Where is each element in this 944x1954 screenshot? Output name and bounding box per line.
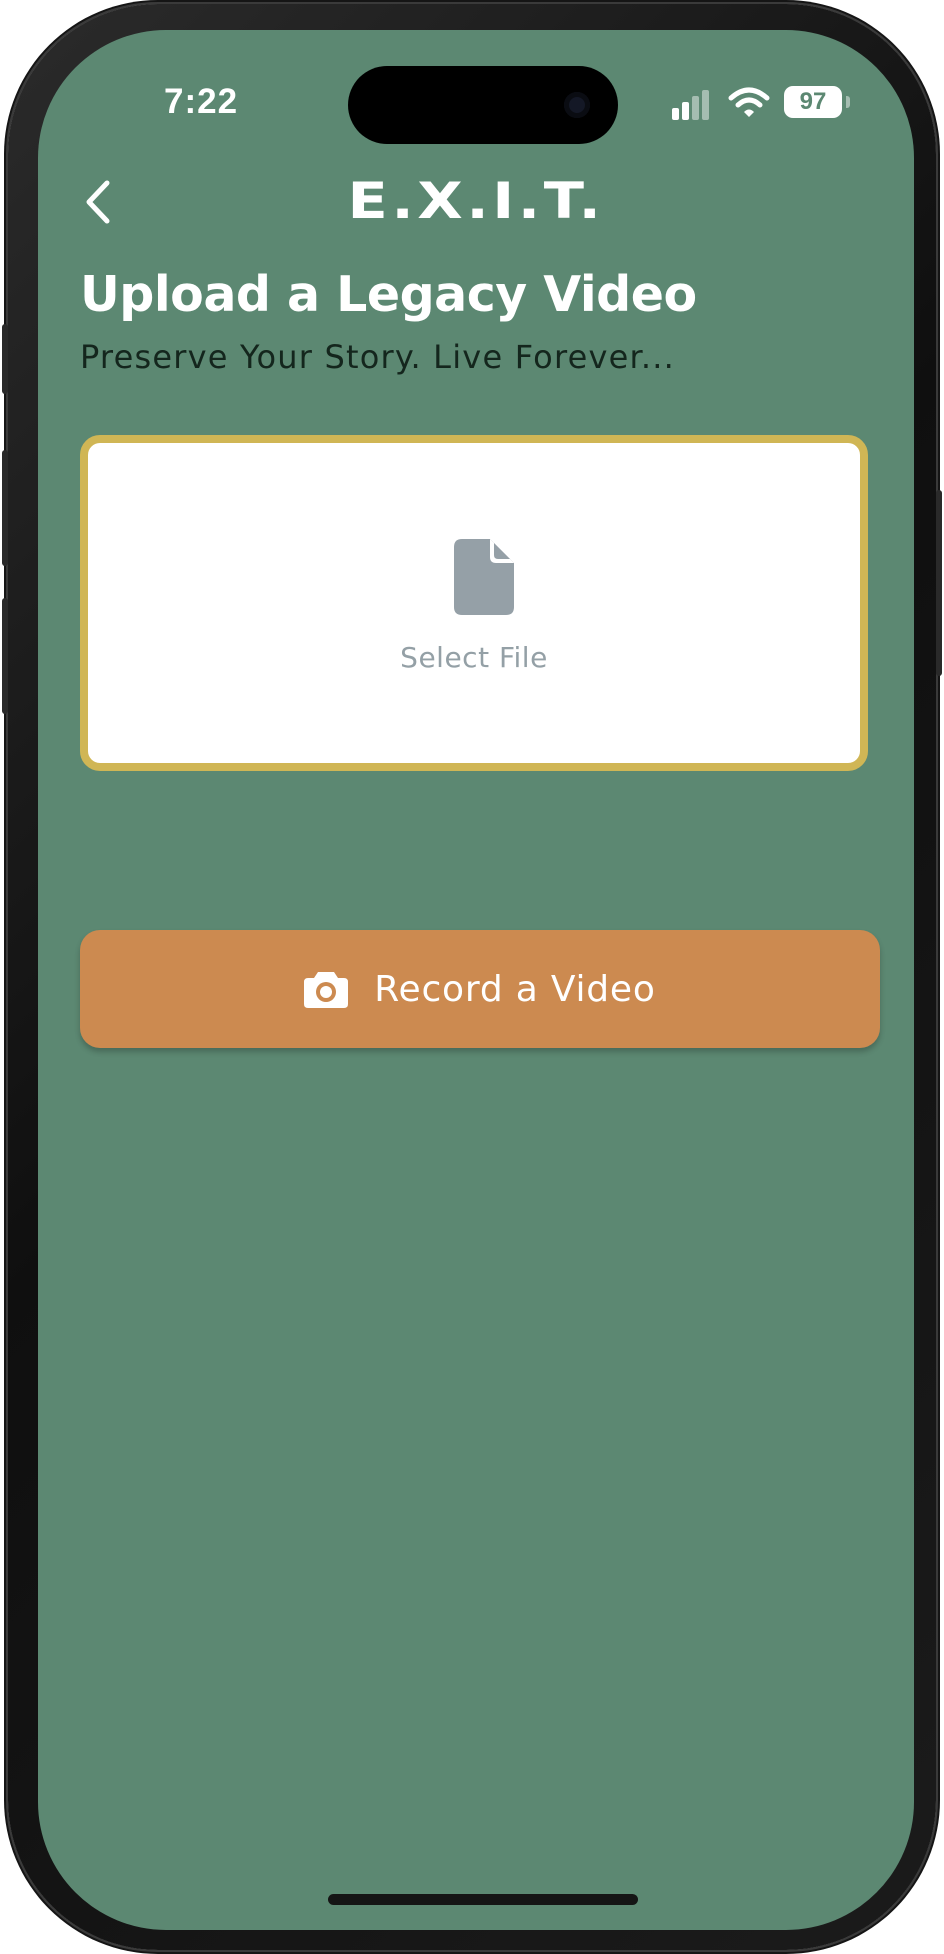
page-title: Upload a Legacy Video bbox=[80, 266, 697, 323]
battery-indicator: 97 bbox=[784, 86, 842, 118]
cellular-signal-icon bbox=[672, 90, 714, 120]
volume-up-button bbox=[2, 450, 8, 566]
status-bar: 7:22 97 bbox=[38, 30, 914, 150]
battery-tip bbox=[846, 96, 850, 108]
record-video-button[interactable]: Record a Video bbox=[80, 930, 880, 1048]
action-button bbox=[2, 324, 8, 394]
file-icon bbox=[454, 539, 514, 615]
wifi-icon bbox=[728, 87, 770, 117]
app-logo: E.X.I.T. bbox=[347, 172, 605, 230]
app-screen: 7:22 97 E.X.I.T. Upload a Legacy Video P… bbox=[38, 30, 914, 1930]
home-indicator[interactable] bbox=[328, 1894, 638, 1905]
volume-down-button bbox=[2, 598, 8, 714]
dynamic-island bbox=[348, 66, 618, 144]
page-subtitle: Preserve Your Story. Live Forever... bbox=[80, 338, 676, 376]
power-button bbox=[936, 490, 942, 676]
select-file-dropzone[interactable]: Select File bbox=[80, 435, 868, 771]
front-camera bbox=[564, 92, 590, 118]
select-file-label: Select File bbox=[400, 641, 548, 674]
record-video-label: Record a Video bbox=[374, 968, 656, 1010]
phone-frame: 7:22 97 E.X.I.T. Upload a Legacy Video P… bbox=[2, 4, 942, 1950]
camera-icon bbox=[304, 972, 349, 1008]
status-time: 7:22 bbox=[164, 82, 239, 121]
